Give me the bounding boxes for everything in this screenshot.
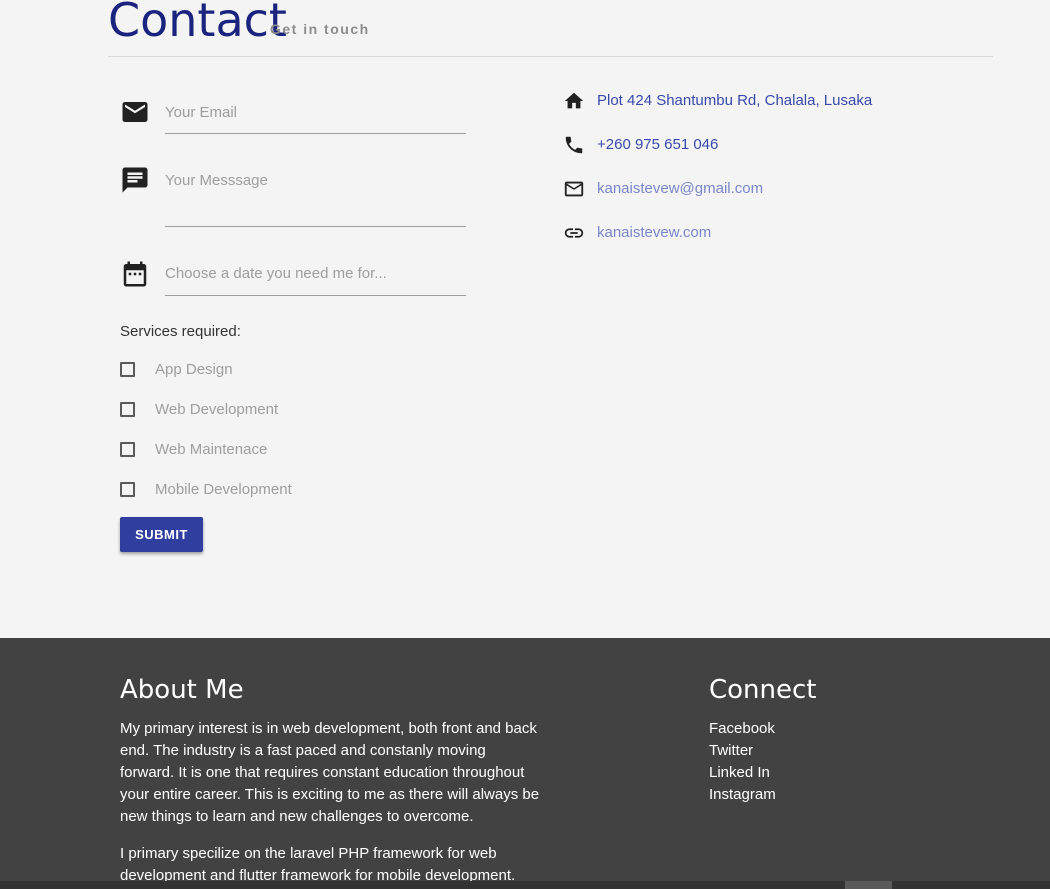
phone-icon bbox=[563, 134, 585, 156]
mail-outline-icon bbox=[563, 178, 585, 200]
checkbox-box[interactable] bbox=[120, 482, 135, 497]
checkbox-label[interactable]: Web Maintenace bbox=[155, 441, 267, 458]
email-field[interactable]: Your Email bbox=[165, 104, 237, 121]
checkbox-box[interactable] bbox=[120, 402, 135, 417]
connect-link-instagram[interactable]: Instagram bbox=[709, 784, 776, 806]
address-text: Plot 424 Shantumbu Rd, Chalala, Lusaka bbox=[597, 92, 873, 109]
connect-link-linkedin[interactable]: Linked In bbox=[709, 762, 776, 784]
message-field-underline bbox=[165, 226, 466, 227]
website-link[interactable]: kanaistevew.com bbox=[597, 224, 711, 241]
connect-link-twitter[interactable]: Twitter bbox=[709, 740, 776, 762]
bottom-tab[interactable] bbox=[845, 881, 892, 889]
contact-header: Contact Get in touch bbox=[108, 0, 993, 57]
page-subtitle: Get in touch bbox=[270, 21, 370, 37]
message-field-group: Your Messsage bbox=[120, 165, 470, 229]
message-field[interactable]: Your Messsage bbox=[165, 172, 268, 189]
checkbox-label[interactable]: Web Development bbox=[155, 401, 278, 418]
page-title: Contact bbox=[108, 0, 287, 47]
calendar-icon bbox=[120, 259, 150, 289]
link-icon bbox=[563, 222, 585, 244]
connect-links: Facebook Twitter Linked In Instagram bbox=[709, 718, 776, 806]
checkbox-label[interactable]: Mobile Development bbox=[155, 481, 292, 498]
message-icon bbox=[120, 165, 150, 195]
checkbox-label[interactable]: App Design bbox=[155, 361, 233, 378]
footer: About Me My primary interest is in web d… bbox=[0, 638, 1050, 889]
phone-link[interactable]: +260 975 651 046 bbox=[597, 136, 718, 153]
services-label: Services required: bbox=[120, 323, 241, 340]
date-field-group: Choose a date you need me for... bbox=[120, 259, 470, 299]
email-field-underline bbox=[165, 133, 466, 134]
connect-link-facebook[interactable]: Facebook bbox=[709, 718, 776, 740]
bottom-bar bbox=[0, 881, 1050, 889]
date-field[interactable]: Choose a date you need me for... bbox=[165, 265, 387, 282]
submit-button[interactable]: SUBMIT bbox=[120, 517, 203, 552]
checkbox-box[interactable] bbox=[120, 442, 135, 457]
date-field-underline bbox=[165, 295, 466, 296]
connect-title: Connect bbox=[709, 675, 817, 705]
about-title: About Me bbox=[120, 675, 244, 705]
home-icon bbox=[563, 90, 585, 112]
email-field-group: Your Email bbox=[120, 97, 470, 137]
about-paragraph-1: My primary interest is in web developmen… bbox=[120, 720, 540, 825]
email-icon bbox=[120, 97, 150, 127]
checkbox-box[interactable] bbox=[120, 362, 135, 377]
email-link[interactable]: kanaistevew@gmail.com bbox=[597, 180, 763, 197]
